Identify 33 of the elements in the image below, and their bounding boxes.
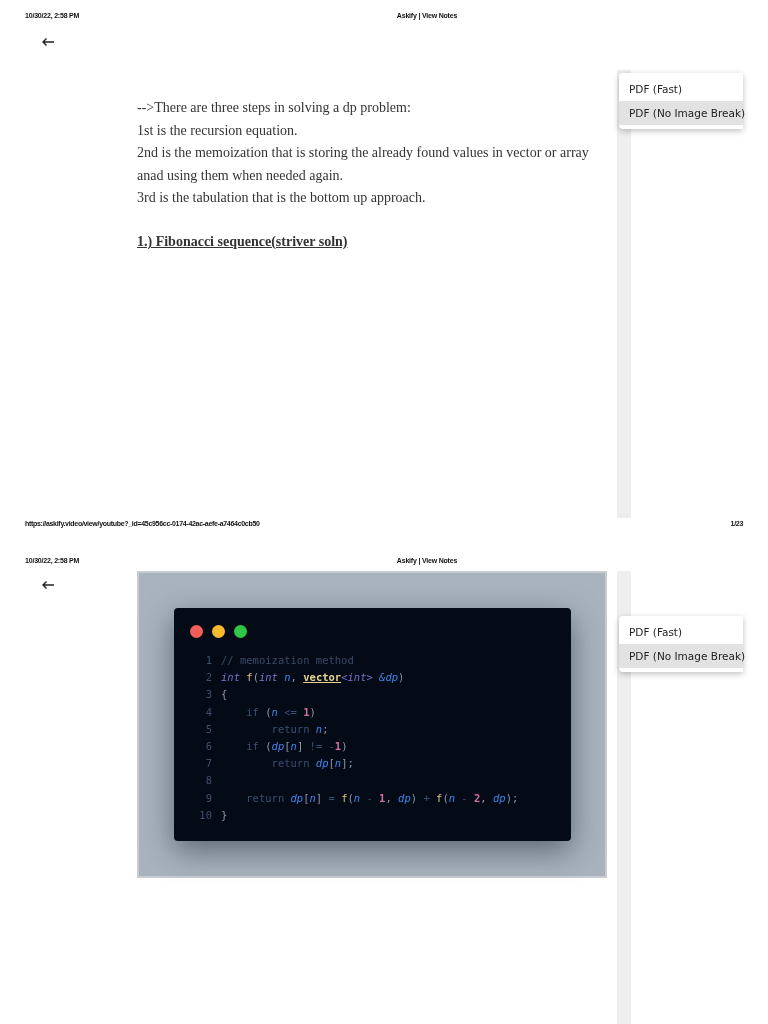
back-arrow-icon[interactable] xyxy=(41,37,55,47)
text-line: 1st is the recursion equation. xyxy=(137,121,299,140)
line-number: 4 xyxy=(204,704,212,720)
code-line: if (n <= 1) xyxy=(245,704,316,720)
line-number: 7 xyxy=(204,756,212,772)
line-number: 9 xyxy=(204,790,212,806)
section-heading: 1.) Fibonacci sequence(striver soln) xyxy=(137,232,348,251)
line-number: 8 xyxy=(204,773,212,789)
menu-item[interactable]: PDF (Fast) xyxy=(619,620,743,644)
line-number: 5 xyxy=(204,721,212,737)
line-number: 6 xyxy=(204,738,212,754)
code-line: return dp[n] = f(n - 1, dp) + f(n - 2, dp); xyxy=(245,790,519,806)
menu-item[interactable]: PDF (Fast) xyxy=(619,77,743,101)
window-dot-icon xyxy=(212,625,225,638)
text-line: 3rd is the tabulation that is the bottom up approach. xyxy=(137,189,427,208)
code-line: return dp[n]; xyxy=(270,756,354,772)
window-dot-icon xyxy=(234,625,247,638)
code-line: return n; xyxy=(270,721,329,737)
code-line: // memoization method xyxy=(221,653,354,668)
window-dot-icon xyxy=(190,625,203,638)
text-line: 2nd is the memoization that is storing the already found values in vector or array anad using them when needed again. xyxy=(137,144,590,185)
code-line: { xyxy=(221,687,228,703)
line-number: 2 xyxy=(204,670,212,686)
back-arrow-icon[interactable] xyxy=(41,580,55,590)
menu-item[interactable]: PDF (No Image Break) xyxy=(619,101,743,125)
code-line: int f(int n, vector<int> &dp) xyxy=(221,670,405,686)
line-number: 3 xyxy=(204,687,212,703)
code-line: if (dp[n] != -1) xyxy=(245,738,348,754)
code-line: } xyxy=(221,807,228,823)
text-line: -->There are three steps in solving a dp problem: xyxy=(137,99,412,117)
line-number: 10 xyxy=(198,807,212,823)
line-number: 1 xyxy=(204,653,212,668)
menu-item[interactable]: PDF (No Image Break) xyxy=(619,644,743,668)
